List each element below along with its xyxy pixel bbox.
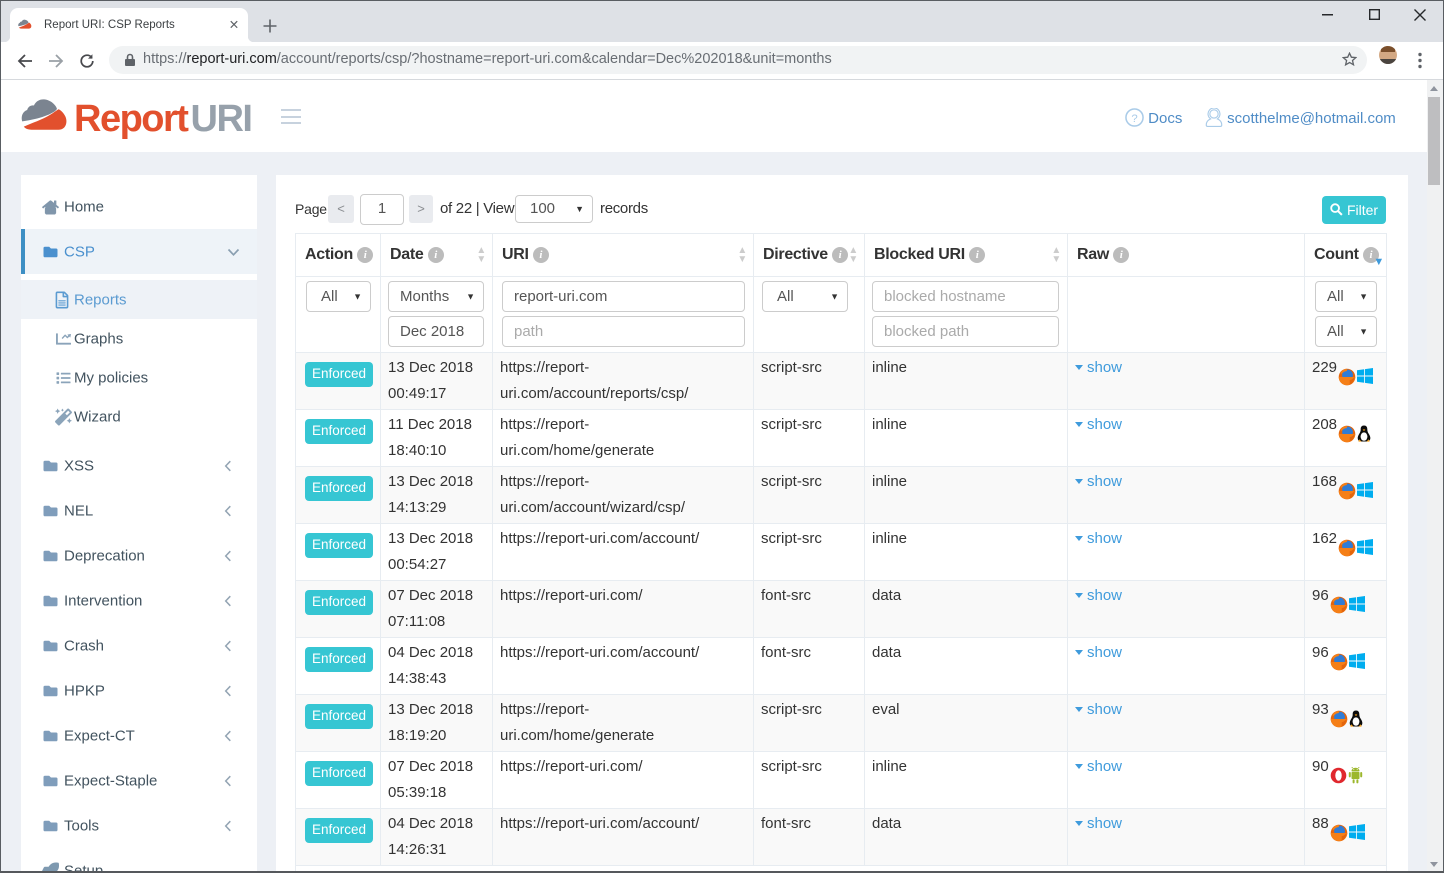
svg-text:?: ? — [1131, 113, 1137, 125]
